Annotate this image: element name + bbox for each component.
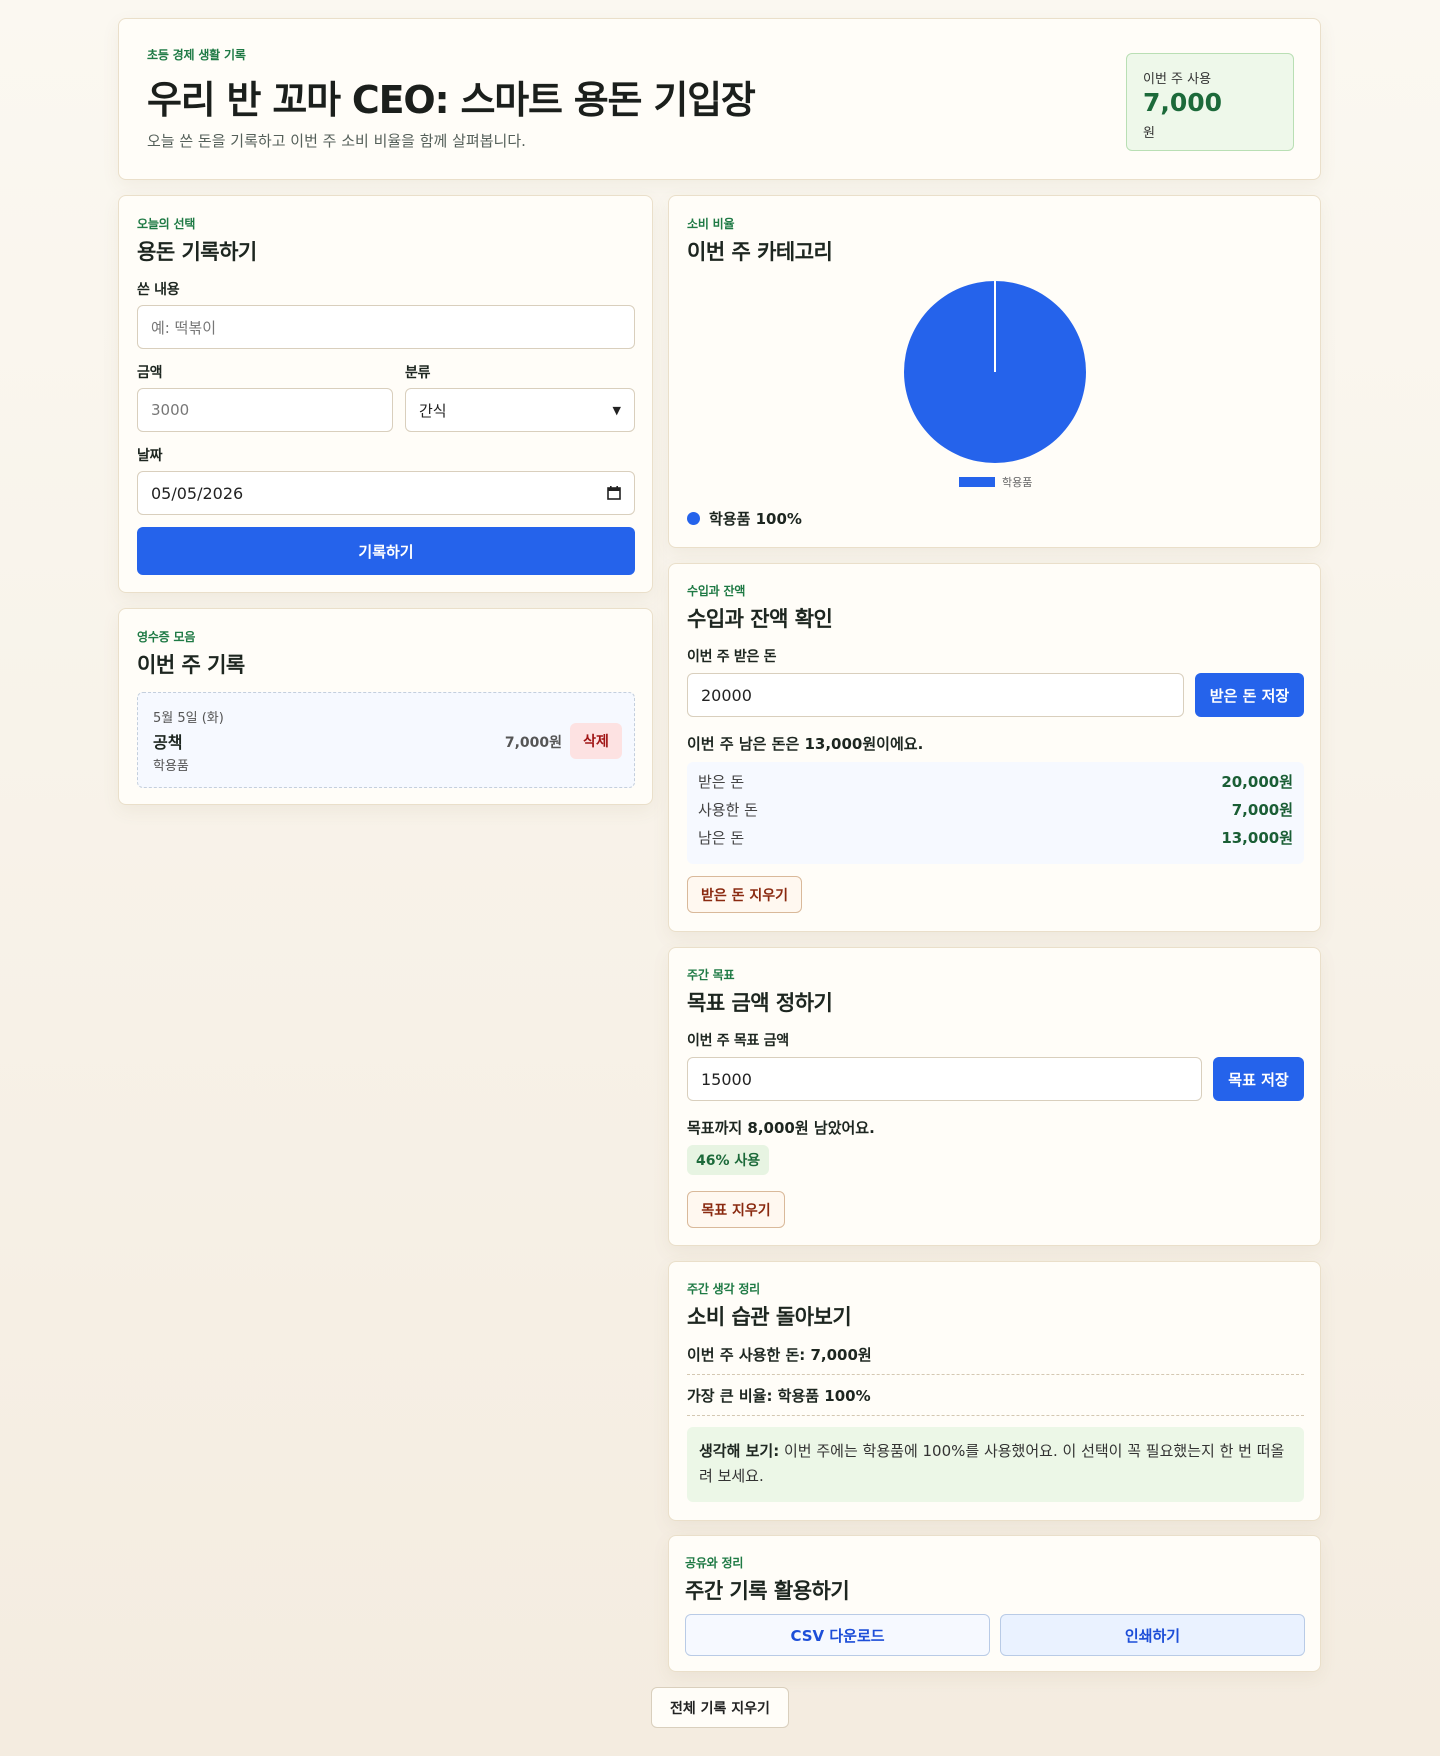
week-usage-amount: 7,000 (1143, 88, 1223, 117)
print-button[interactable]: 인쇄하기 (1000, 1614, 1305, 1656)
calendar-icon[interactable] (607, 486, 621, 500)
save-income-button[interactable]: 받은 돈 저장 (1195, 673, 1304, 717)
goal-card: 주간 목표 목표 금액 정하기 이번 주 목표 금액 15000 목표 저장 목… (668, 947, 1321, 1246)
reflection-note-text: 이번 주에는 학용품에 100%를 사용했어요. 이 선택이 꼭 필요했는지 한… (699, 1442, 1285, 1485)
divider (687, 1374, 1304, 1375)
category-label: 분류 (405, 365, 431, 381)
goal-input-label: 이번 주 목표 금액 (687, 1033, 789, 1049)
legend-label: 학용품 (1002, 476, 1032, 489)
reflection-largest: 가장 큰 비율: 학용품 100% (687, 1387, 871, 1405)
category-select-value: 간식 (419, 401, 447, 420)
submit-record-button[interactable]: 기록하기 (137, 527, 635, 575)
legend-dot (687, 512, 700, 525)
page-title: 우리 반 꼬마 CEO: 스마트 용돈 기입장 (147, 78, 756, 122)
week-usage-unit: 원 (1143, 126, 1155, 141)
chart-summary-text: 학용품 100% (709, 510, 802, 528)
income-message: 이번 주 남은 돈은 13,000원이에요. (687, 735, 924, 753)
goal-usage-badge: 46% 사용 (687, 1145, 770, 1175)
csv-download-button[interactable]: CSV 다운로드 (685, 1614, 990, 1656)
item-label: 쓴 내용 (137, 282, 180, 298)
save-goal-button[interactable]: 목표 저장 (1213, 1057, 1304, 1101)
chart-card: 소비 비율 이번 주 카테고리 학용품 학용품 100% (668, 195, 1321, 548)
records-eyebrow: 영수증 모음 (137, 630, 196, 644)
record-form-title: 용돈 기록하기 (137, 240, 257, 264)
balance-row-remaining: 남은 돈 13,000원 (698, 828, 1293, 847)
reflection-title: 소비 습관 돌아보기 (687, 1305, 852, 1329)
share-eyebrow: 공유와 정리 (685, 1556, 744, 1570)
goal-input[interactable]: 15000 (687, 1057, 1202, 1101)
income-eyebrow: 수입과 잔액 (687, 584, 746, 598)
records-title: 이번 주 기록 (137, 653, 245, 677)
reflection-note-prefix: 생각해 보기: (699, 1442, 780, 1460)
balance-row-spent: 사용한 돈 7,000원 (698, 800, 1293, 819)
clear-goal-button[interactable]: 목표 지우기 (687, 1191, 785, 1228)
list-item: 5월 5일 (화) 공책 학용품 7,000원 삭제 (137, 692, 635, 788)
reflection-note: 생각해 보기: 이번 주에는 학용품에 100%를 사용했어요. 이 선택이 꼭… (687, 1427, 1304, 1502)
date-label: 날짜 (137, 448, 163, 464)
week-usage-label: 이번 주 사용 (1143, 72, 1212, 87)
reflection-card: 주간 생각 정리 소비 습관 돌아보기 이번 주 사용한 돈: 7,000원 가… (668, 1261, 1321, 1521)
header-eyebrow: 초등 경제 생활 기록 (147, 48, 246, 62)
week-usage-box: 이번 주 사용 7,000 원 (1126, 53, 1294, 151)
record-form-eyebrow: 오늘의 선택 (137, 217, 196, 231)
amount-input[interactable]: 3000 (137, 388, 393, 432)
income-title: 수입과 잔액 확인 (687, 607, 833, 631)
clear-all-button[interactable]: 전체 기록 지우기 (651, 1687, 789, 1728)
balance-table: 받은 돈 20,000원 사용한 돈 7,000원 남은 돈 13,000원 (687, 762, 1304, 864)
record-form-card: 오늘의 선택 용돈 기록하기 쓴 내용 예: 떡볶이 금액 3000 분류 간식… (118, 195, 653, 593)
legend-swatch (959, 477, 995, 487)
income-input-label: 이번 주 받은 돈 (687, 649, 777, 665)
record-category: 학용품 (153, 759, 189, 774)
pie-chart: 학용품 (904, 281, 1086, 489)
clear-income-button[interactable]: 받은 돈 지우기 (687, 876, 802, 913)
record-name: 공책 (153, 733, 183, 752)
delete-button[interactable]: 삭제 (570, 723, 622, 759)
balance-row-received: 받은 돈 20,000원 (698, 772, 1293, 791)
amount-label: 금액 (137, 365, 163, 381)
goal-eyebrow: 주간 목표 (687, 968, 735, 982)
records-card: 영수증 모음 이번 주 기록 5월 5일 (화) 공책 학용품 7,000원 삭… (118, 608, 653, 805)
date-input[interactable]: 05/05/2026 (137, 471, 635, 515)
record-amount: 7,000원 (504, 735, 562, 751)
goal-message: 목표까지 8,000원 남았어요. (687, 1119, 875, 1137)
chart-summary: 학용품 100% (687, 508, 802, 529)
reflection-spent: 이번 주 사용한 돈: 7,000원 (687, 1346, 872, 1364)
page-subtitle: 오늘 쓴 돈을 기록하고 이번 주 소비 비율을 함께 살펴봅니다. (147, 132, 526, 150)
share-title: 주간 기록 활용하기 (685, 1579, 850, 1603)
income-card: 수입과 잔액 수입과 잔액 확인 이번 주 받은 돈 20000 받은 돈 저장… (668, 563, 1321, 932)
chevron-down-icon: ▼ (612, 403, 621, 417)
date-input-value: 05/05/2026 (151, 483, 244, 503)
category-select[interactable]: 간식 ▼ (405, 388, 635, 432)
share-card: 공유와 정리 주간 기록 활용하기 CSV 다운로드 인쇄하기 (668, 1535, 1321, 1672)
goal-title: 목표 금액 정하기 (687, 991, 833, 1015)
header-card: 초등 경제 생활 기록 우리 반 꼬마 CEO: 스마트 용돈 기입장 오늘 쓴… (118, 18, 1321, 180)
divider (687, 1415, 1304, 1416)
item-input[interactable]: 예: 떡볶이 (137, 305, 635, 349)
income-input[interactable]: 20000 (687, 673, 1184, 717)
record-date: 5월 5일 (화) (153, 711, 224, 726)
reflection-eyebrow: 주간 생각 정리 (687, 1282, 760, 1296)
